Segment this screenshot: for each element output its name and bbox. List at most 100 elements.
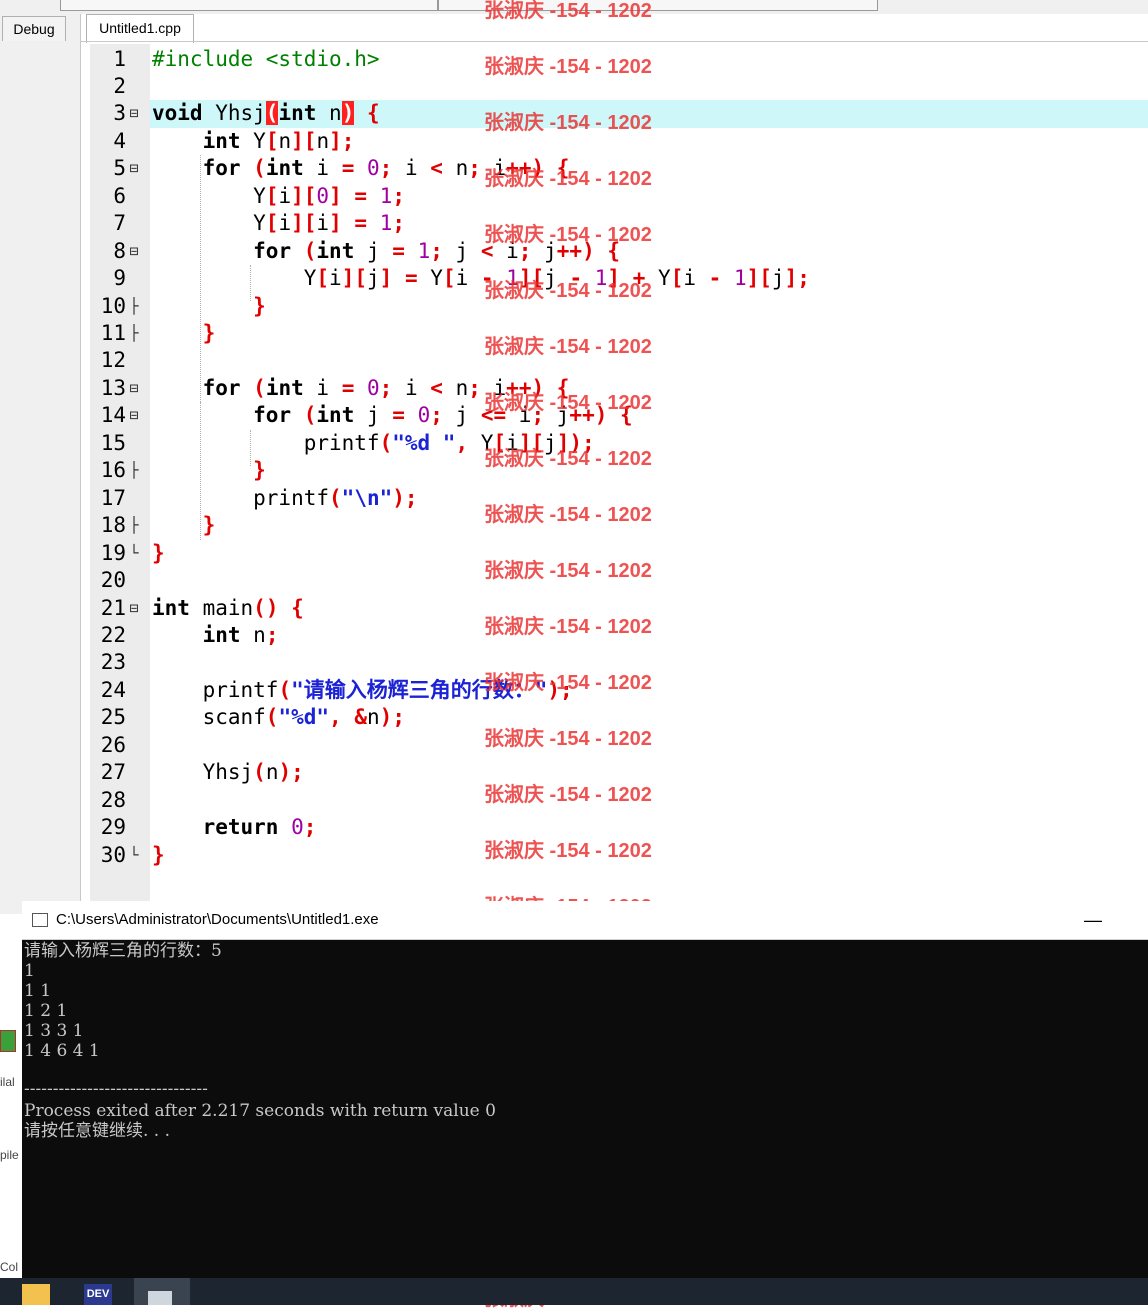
- line-number: 28: [100, 787, 126, 812]
- line-number: 6: [113, 183, 126, 208]
- watermark-text: 张淑庆 -154 - 1202: [484, 336, 652, 358]
- code-text: Y[i][0] = 1;: [152, 183, 406, 208]
- line-number: 9: [113, 266, 126, 291]
- line-number: 10: [100, 293, 126, 318]
- line-number: 8: [113, 238, 126, 263]
- line-number: 4: [113, 128, 126, 153]
- line-number: 7: [113, 211, 126, 236]
- line-number: 2: [113, 73, 126, 98]
- taskbar: DEV: [0, 1278, 1148, 1305]
- console-window-icon[interactable]: [134, 1278, 190, 1305]
- code-text: return 0;: [202, 815, 317, 840]
- fold-line-icon: ├: [129, 324, 139, 342]
- code-text: }: [202, 513, 216, 538]
- code-text: }: [253, 293, 266, 318]
- line-number: 11: [100, 321, 126, 345]
- code-text: }: [253, 458, 266, 483]
- fold-toggle-icon[interactable]: ⊟: [127, 100, 141, 127]
- folder-icon[interactable]: [22, 1284, 50, 1305]
- code-text: scanf("%d", &n);: [152, 705, 405, 730]
- watermark-text: 张淑庆 -154 - 1202: [484, 168, 652, 190]
- console-icon: [32, 913, 48, 927]
- devcpp-icon[interactable]: DEV: [84, 1284, 112, 1305]
- console-line: Process exited after 2.217 seconds with …: [24, 1101, 496, 1121]
- line-number: 29: [100, 815, 126, 840]
- fold-line-icon: └: [129, 543, 139, 562]
- line-number: 23: [100, 650, 126, 675]
- watermark-text: 张淑庆 -154 - 1202: [484, 784, 652, 806]
- code-text: }: [152, 540, 165, 565]
- fold-line-icon: └: [129, 845, 139, 864]
- watermark-text: 张淑庆 -154 - 1202: [484, 672, 652, 694]
- fold-line-icon: ├: [129, 516, 139, 535]
- line-number: 20: [100, 568, 126, 593]
- code-text: int n;: [202, 622, 279, 647]
- fold-toggle-icon[interactable]: ⊟: [127, 402, 141, 429]
- line-number: 3: [113, 101, 126, 126]
- code-text: Yhsj(n);: [152, 760, 304, 785]
- tab-divider: [80, 41, 1148, 42]
- tab-untitled1-cpp[interactable]: Untitled1.cpp: [86, 14, 194, 43]
- console-line: 请按任意键继续. . .: [24, 1121, 171, 1141]
- console-line: 1 3 3 1: [24, 1021, 84, 1041]
- left-panel-fragment: pile: [0, 1148, 19, 1162]
- console-line: 1 2 1: [24, 1001, 68, 1021]
- line-number: 26: [100, 732, 126, 757]
- line-number: 13: [100, 375, 126, 400]
- code-text: Y[i][j] = Y[i - 1][j - 1] + Y[i - 1][j];: [152, 266, 810, 291]
- tab-debug[interactable]: Debug: [2, 16, 66, 41]
- console-window[interactable]: C:\Users\Administrator\Documents\Untitle…: [22, 901, 1148, 1305]
- watermark-text: 张淑庆 -154 - 1202: [484, 728, 652, 750]
- line-number: 21: [100, 595, 126, 620]
- fold-line-icon: ├: [129, 461, 139, 480]
- line-number: 12: [100, 348, 126, 373]
- app-icon: [0, 1030, 16, 1052]
- line-number: 1: [113, 46, 126, 71]
- line-number: 22: [100, 622, 126, 647]
- watermark-text: 张淑庆 -154 - 1202: [484, 616, 652, 638]
- code-text: int Y[n][n];: [202, 128, 355, 153]
- line-number: 14: [100, 403, 126, 428]
- watermark-text: 张淑庆 -154 - 1202: [484, 224, 652, 246]
- line-number: 18: [100, 513, 126, 538]
- code-text: printf("\n");: [152, 485, 418, 510]
- left-panel-fragment: ilal: [0, 1075, 15, 1089]
- line-number: 27: [100, 760, 126, 785]
- console-line: 1 4 6 4 1: [24, 1041, 100, 1061]
- watermark-text: 张淑庆 -154 - 1202: [484, 504, 652, 526]
- line-number: 15: [100, 430, 126, 455]
- fold-toggle-icon[interactable]: ⊟: [127, 375, 141, 402]
- line-number: 19: [100, 540, 126, 565]
- line-number: 30: [100, 842, 126, 867]
- fold-toggle-icon[interactable]: ⊟: [127, 595, 141, 622]
- fold-line-icon: ├: [129, 296, 139, 315]
- watermark-text: 张淑庆 -154 - 1202: [484, 392, 652, 414]
- fold-toggle-icon[interactable]: ⊟: [127, 155, 141, 182]
- console-titlebar[interactable]: C:\Users\Administrator\Documents\Untitle…: [22, 901, 1148, 940]
- fold-toggle-icon[interactable]: ⊟: [127, 238, 141, 265]
- code-text: void Yhsj(int n) {: [152, 101, 380, 126]
- console-title: C:\Users\Administrator\Documents\Untitle…: [56, 911, 379, 928]
- console-thumb: [148, 1291, 172, 1305]
- line-number: 5: [113, 156, 126, 181]
- line-number: 16: [100, 458, 126, 483]
- code-text: #include <stdio.h>: [152, 46, 380, 71]
- console-line: --------------------------------: [24, 1079, 208, 1099]
- code-text: Y[i][i] = 1;: [152, 211, 406, 236]
- watermark-text: 张淑庆 -154 - 1202: [484, 560, 652, 582]
- code-text: int main() {: [152, 595, 304, 620]
- code-text: }: [152, 842, 165, 867]
- console-line: 1 1: [24, 981, 52, 1001]
- toolbar-segment: [60, 0, 438, 11]
- left-panel-fragment: Col: [0, 1260, 19, 1274]
- watermark-text: 张淑庆 -154 - 1202: [484, 56, 652, 78]
- line-number: 24: [100, 677, 126, 702]
- console-line: 请输入杨辉三角的行数：5: [24, 941, 222, 961]
- line-number: 25: [100, 705, 126, 730]
- watermark-text: 张淑庆 -154 - 1202: [484, 0, 652, 22]
- line-number: 17: [100, 485, 126, 510]
- code-text: }: [202, 321, 216, 345]
- minimize-button[interactable]: —: [1084, 901, 1102, 939]
- watermark-text: 张淑庆 -154 - 1202: [484, 280, 652, 302]
- watermark-text: 张淑庆 -154 - 1202: [484, 840, 652, 862]
